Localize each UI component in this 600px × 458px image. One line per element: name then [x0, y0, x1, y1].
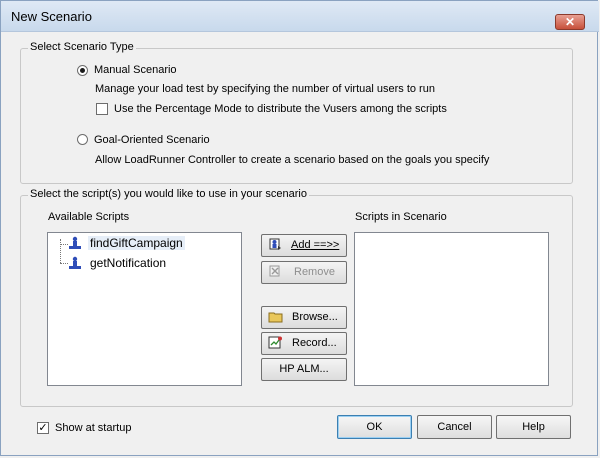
folder-icon [268, 312, 283, 323]
script-item-findgiftcampaign[interactable]: findGiftCampaign [88, 236, 185, 250]
scripts-in-scenario-label: Scripts in Scenario [355, 211, 447, 223]
available-scripts-list[interactable]: findGiftCampaign getNotification [47, 232, 242, 386]
tree-connector [60, 239, 61, 263]
add-button[interactable]: Add ==>> [261, 234, 347, 257]
record-button[interactable]: Record... [261, 332, 347, 355]
percentage-mode-checkbox[interactable] [96, 103, 108, 115]
tree-connector [60, 244, 68, 245]
remove-button[interactable]: Remove [261, 261, 347, 284]
title-bar: New Scenario ✕ [1, 1, 599, 32]
new-scenario-dialog: New Scenario ✕ Select Scenario Type Manu… [0, 0, 599, 456]
cancel-button[interactable]: Cancel [417, 415, 492, 439]
tree-connector [60, 263, 68, 264]
add-button-label: Add ==>> [291, 239, 340, 251]
scripts-in-scenario-list[interactable] [354, 232, 549, 386]
scripts-legend: Select the script(s) you would like to u… [28, 188, 309, 200]
record-button-label: Record... [292, 337, 337, 349]
add-script-icon [269, 238, 281, 250]
show-at-startup-checkbox[interactable]: ✓ [37, 422, 49, 434]
vuser-script-icon [69, 256, 81, 269]
window-title: New Scenario [11, 9, 92, 24]
close-icon[interactable]: ✕ [555, 14, 585, 30]
browse-button[interactable]: Browse... [261, 306, 347, 329]
available-scripts-label: Available Scripts [48, 211, 130, 223]
vuser-script-icon [69, 236, 81, 249]
manual-scenario-label[interactable]: Manual Scenario [94, 64, 177, 76]
record-icon [268, 336, 282, 349]
manual-scenario-radio[interactable] [77, 65, 88, 76]
manual-scenario-description: Manage your load test by specifying the … [95, 83, 435, 95]
goal-oriented-radio[interactable] [77, 134, 88, 145]
browse-button-label: Browse... [292, 311, 338, 323]
goal-oriented-label[interactable]: Goal-Oriented Scenario [94, 134, 210, 146]
hp-alm-button-label: HP ALM... [279, 363, 329, 375]
hp-alm-button[interactable]: HP ALM... [261, 358, 347, 381]
scenario-type-legend: Select Scenario Type [28, 41, 136, 53]
remove-script-icon [269, 265, 280, 277]
show-at-startup-label[interactable]: Show at startup [55, 422, 131, 434]
ok-button[interactable]: OK [337, 415, 412, 439]
goal-oriented-description: Allow LoadRunner Controller to create a … [95, 154, 490, 166]
script-item-getnotification[interactable]: getNotification [90, 256, 166, 270]
percentage-mode-label[interactable]: Use the Percentage Mode to distribute th… [114, 103, 447, 115]
remove-button-label: Remove [294, 266, 335, 278]
help-button[interactable]: Help [496, 415, 571, 439]
